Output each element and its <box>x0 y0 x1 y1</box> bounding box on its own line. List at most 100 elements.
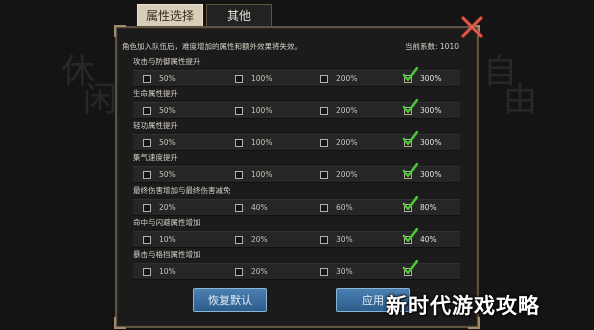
option-checkbox[interactable]: 50% <box>143 71 176 86</box>
coefficient-readout: 当前系数: 1010 <box>405 41 459 52</box>
option-checkbox[interactable]: 300% <box>402 162 442 182</box>
checkbox-box[interactable] <box>320 170 328 179</box>
checkbox-box[interactable] <box>320 235 328 244</box>
checkbox-box[interactable] <box>402 195 418 212</box>
checkbox-box[interactable] <box>235 235 243 244</box>
coefficient-label: 当前系数: <box>404 42 438 51</box>
checkbox-box[interactable] <box>402 259 418 276</box>
checkbox-box[interactable] <box>143 267 151 276</box>
option-label: 40% <box>420 235 437 244</box>
option-checkbox[interactable]: 50% <box>143 103 176 118</box>
option-checkbox[interactable]: 20% <box>235 264 268 279</box>
option-checkbox[interactable]: 10% <box>143 264 176 279</box>
checkbox-box[interactable] <box>143 170 151 179</box>
option-checkbox[interactable]: 40% <box>235 200 268 215</box>
check-icon <box>402 195 418 210</box>
checkbox-box[interactable] <box>402 130 418 147</box>
close-icon <box>461 16 483 38</box>
checkbox-box[interactable] <box>235 138 243 147</box>
option-label: 100% <box>251 138 273 147</box>
check-icon <box>402 98 418 113</box>
option-label: 50% <box>159 138 176 147</box>
option-label: 30% <box>336 235 353 244</box>
checkbox-box[interactable] <box>320 106 328 115</box>
background-deco-left-2: 闲 <box>83 80 117 120</box>
option-checkbox[interactable]: 80% <box>402 195 437 215</box>
option-checkbox[interactable]: 50% <box>143 167 176 182</box>
checkbox-box[interactable] <box>402 66 418 83</box>
section-title: 最终伤害增加与最终伤害减免 <box>133 186 231 195</box>
checkbox-box[interactable] <box>143 138 151 147</box>
checkbox-box[interactable] <box>402 162 418 179</box>
option-row: 50% 100% 200% 300% <box>133 98 460 119</box>
section-title: 攻击与防御属性提升 <box>133 57 201 66</box>
option-checkbox[interactable]: 30% <box>320 264 353 279</box>
close-button[interactable] <box>459 14 485 40</box>
check-icon <box>402 227 418 242</box>
checkbox-box[interactable] <box>402 98 418 115</box>
section-title: 集气速度提升 <box>133 153 178 162</box>
checkbox-box[interactable] <box>235 267 243 276</box>
option-checkbox[interactable]: 30% <box>320 232 353 247</box>
check-icon <box>402 259 418 274</box>
option-checkbox[interactable]: 200% <box>320 167 357 182</box>
option-checkbox[interactable]: 200% <box>320 71 357 86</box>
option-row: 10% 20% 30% <box>133 259 460 280</box>
tab-attribute-select[interactable]: 属性选择 <box>137 4 203 27</box>
checkbox-box[interactable] <box>320 267 328 276</box>
option-checkbox[interactable]: 100% <box>235 71 272 86</box>
option-label: 100% <box>251 170 273 179</box>
checkbox-box[interactable] <box>235 106 243 115</box>
section-title: 轻功属性提升 <box>133 121 178 130</box>
option-label: 20% <box>159 203 176 212</box>
checkbox-box[interactable] <box>143 74 151 83</box>
option-label: 10% <box>159 235 176 244</box>
option-label: 10% <box>159 267 176 276</box>
option-label: 100% <box>251 74 273 83</box>
option-label: 100% <box>251 106 273 115</box>
option-checkbox[interactable]: 40% <box>402 227 437 247</box>
option-checkbox[interactable]: 50% <box>143 135 176 150</box>
option-checkbox[interactable]: 300% <box>402 66 441 86</box>
option-label: 200% <box>336 74 358 83</box>
checkbox-box[interactable] <box>143 203 151 212</box>
option-checkbox[interactable]: 200% <box>320 103 357 118</box>
option-label: 20% <box>251 267 268 276</box>
option-row: 20% 40% 60% 80% <box>133 195 460 216</box>
option-checkbox[interactable]: 100% <box>235 167 272 182</box>
option-checkbox[interactable]: 100% <box>235 135 272 150</box>
option-checkbox[interactable]: 10% <box>143 232 176 247</box>
option-row: 50% 100% 200% 300% <box>133 66 460 87</box>
option-checkbox[interactable]: 60% <box>320 200 353 215</box>
reset-default-button[interactable]: 恢复默认 <box>193 288 267 312</box>
tab-other[interactable]: 其他 <box>206 4 272 27</box>
checkbox-box[interactable] <box>320 203 328 212</box>
option-label: 50% <box>159 170 176 179</box>
coefficient-value: 1010 <box>439 42 459 51</box>
checkbox-box[interactable] <box>235 74 243 83</box>
checkbox-box[interactable] <box>235 170 243 179</box>
watermark-text: 新时代游戏攻略 <box>386 294 540 318</box>
option-label: 300% <box>420 170 442 179</box>
checkbox-box[interactable] <box>143 235 151 244</box>
option-checkbox[interactable]: 100% <box>235 103 272 118</box>
section-title: 命中与闪避属性增加 <box>133 218 201 227</box>
option-row: 50% 100% 200% 300% <box>133 162 460 183</box>
option-label: 60% <box>336 203 353 212</box>
option-checkbox[interactable]: 300% <box>402 98 442 118</box>
checkbox-box[interactable] <box>402 227 418 244</box>
checkbox-box[interactable] <box>235 203 243 212</box>
option-checkbox[interactable]: 200% <box>320 135 357 150</box>
section-title: 暴击与格挡属性增加 <box>133 250 201 259</box>
checkbox-box[interactable] <box>143 106 151 115</box>
option-label: 300% <box>420 106 442 115</box>
option-label: 50% <box>159 106 176 115</box>
checkbox-box[interactable] <box>320 74 328 83</box>
option-checkbox[interactable]: 20% <box>235 232 268 247</box>
option-checkbox[interactable]: 20% <box>143 200 176 215</box>
check-icon <box>402 130 418 145</box>
option-checkbox[interactable] <box>402 259 420 279</box>
option-checkbox[interactable]: 300% <box>402 130 441 150</box>
checkbox-box[interactable] <box>320 138 328 147</box>
option-label: 40% <box>251 203 268 212</box>
